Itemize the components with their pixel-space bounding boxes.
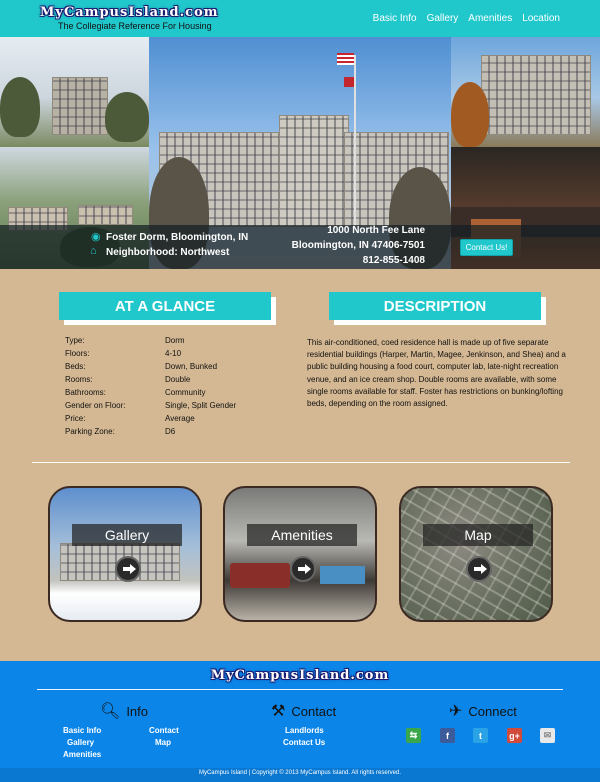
at-a-glance-heading: AT A GLANCE (59, 292, 271, 320)
neighborhood: Neighborhood: Northwest (106, 247, 230, 258)
glance-label: Parking Zone: (65, 427, 115, 436)
glance-row: Type: Dorm (65, 336, 295, 349)
footer-link-landlords[interactable]: Landlords (285, 726, 324, 735)
footer-link-contact-us[interactable]: Contact Us (283, 738, 325, 747)
nav-basic-info[interactable]: Basic Info (373, 13, 417, 24)
main-nav: Basic Info Gallery Amenities Location (373, 13, 560, 24)
amenities-tile[interactable]: Amenities (223, 486, 377, 622)
play-arrow-icon[interactable] (466, 556, 492, 582)
footer-link-amenities[interactable]: Amenities (63, 750, 101, 759)
glance-row: Price: Average (65, 414, 295, 427)
glance-value: Down, Bunked (165, 362, 218, 371)
search-icon: 🔍︎ (100, 703, 121, 720)
connect-heading-label: Connect (468, 703, 517, 719)
glance-value: Dorm (165, 336, 185, 345)
glance-label: Gender on Floor: (65, 401, 126, 410)
footer-link-contact[interactable]: Contact (149, 726, 179, 735)
amenities-tile-label: Amenities (247, 524, 357, 546)
dorm-name: Foster Dorm, Bloomington, IN (106, 232, 249, 243)
footer-contact-heading: ⚒ Contact (271, 701, 336, 721)
twitter-icon[interactable]: t (473, 728, 488, 743)
facebook-icon[interactable]: f (440, 728, 455, 743)
nav-gallery[interactable]: Gallery (427, 13, 459, 24)
gallery-tile[interactable]: Gallery (48, 486, 202, 622)
share-icon[interactable]: ⇆ (406, 728, 421, 743)
play-arrow-icon[interactable] (115, 556, 141, 582)
contact-us-button[interactable]: Contact Us! (460, 239, 513, 256)
glance-label: Beds: (65, 362, 86, 371)
mail-icon[interactable]: ✉ (540, 728, 555, 743)
home-icon: ⌂ (90, 245, 97, 257)
contact-heading-label: Contact (291, 703, 337, 719)
info-heading-label: Info (126, 703, 148, 719)
address-line1: 1000 North Fee Lane (327, 225, 425, 236)
glance-row: Beds: Down, Bunked (65, 362, 295, 375)
hero-collage (0, 37, 600, 269)
photo-dorm-exterior-left (0, 37, 149, 147)
description-heading: DESCRIPTION (329, 292, 541, 320)
gallery-tile-label: Gallery (72, 524, 182, 546)
connect-icon: ✈ (449, 703, 463, 720)
copyright-text: MyCampus Island | Copyright © 2013 MyCam… (198, 770, 402, 776)
glance-label: Floors: (65, 349, 90, 358)
map-tile[interactable]: Map (399, 486, 553, 622)
glance-value: Double (165, 375, 191, 384)
footer-link-gallery[interactable]: Gallery (67, 738, 94, 747)
phone-number: 812-855-1408 (362, 255, 425, 266)
site-footer: MyCampusIsland.com 🔍︎ Info ⚒ Contact ✈ C… (0, 661, 600, 782)
map-tile-label: Map (423, 524, 533, 546)
footer-connect-heading: ✈ Connect (449, 701, 517, 721)
glance-row: Bathrooms: Community (65, 388, 295, 401)
footer-info-heading: 🔍︎ Info (100, 701, 148, 721)
site-logo[interactable]: MyCampusIsland.com (40, 5, 219, 20)
glance-value: D6 (165, 427, 176, 436)
nav-amenities[interactable]: Amenities (468, 13, 512, 24)
section-divider (32, 462, 570, 463)
map-pin-icon: ◉ (91, 231, 101, 243)
google-plus-icon[interactable]: g+ (507, 728, 522, 743)
address-line2: Bloomington, IN 47406-7501 (291, 240, 425, 251)
glance-value: Single, Split Gender (165, 401, 237, 410)
footer-link-map[interactable]: Map (155, 738, 171, 747)
glance-label: Bathrooms: (65, 388, 106, 397)
glance-row: Rooms: Double (65, 375, 295, 388)
glance-label: Price: (65, 414, 86, 423)
glance-row: Parking Zone: D6 (65, 427, 295, 440)
photo-dorm-tower (451, 37, 600, 147)
glance-value: 4-10 (165, 349, 182, 358)
tools-icon: ⚒ (271, 703, 286, 720)
glance-label: Type: (65, 336, 85, 345)
footer-divider (37, 689, 563, 690)
copyright-bar: MyCampus Island | Copyright © 2013 MyCam… (0, 768, 600, 782)
glance-value: Community (165, 388, 206, 397)
description-text: This air-conditioned, coed residence hal… (307, 338, 566, 409)
glance-label: Rooms: (65, 375, 93, 384)
site-tagline: The Collegiate Reference For Housing (58, 21, 212, 31)
glance-row: Gender on Floor: Single, Split Gender (65, 401, 295, 414)
glance-row: Floors: 4-10 (65, 349, 295, 362)
nav-location[interactable]: Location (522, 13, 560, 24)
glance-table: Type: Dorm Floors: 4-10 Beds: Down, Bunked … (65, 336, 295, 440)
glance-value: Average (165, 414, 195, 423)
top-header: MyCampusIsland.com The Collegiate Refere… (0, 0, 600, 37)
play-arrow-icon[interactable] (290, 556, 316, 582)
footer-link-basic-info[interactable]: Basic Info (63, 726, 101, 735)
footer-logo[interactable]: MyCampusIsland.com (0, 668, 600, 683)
